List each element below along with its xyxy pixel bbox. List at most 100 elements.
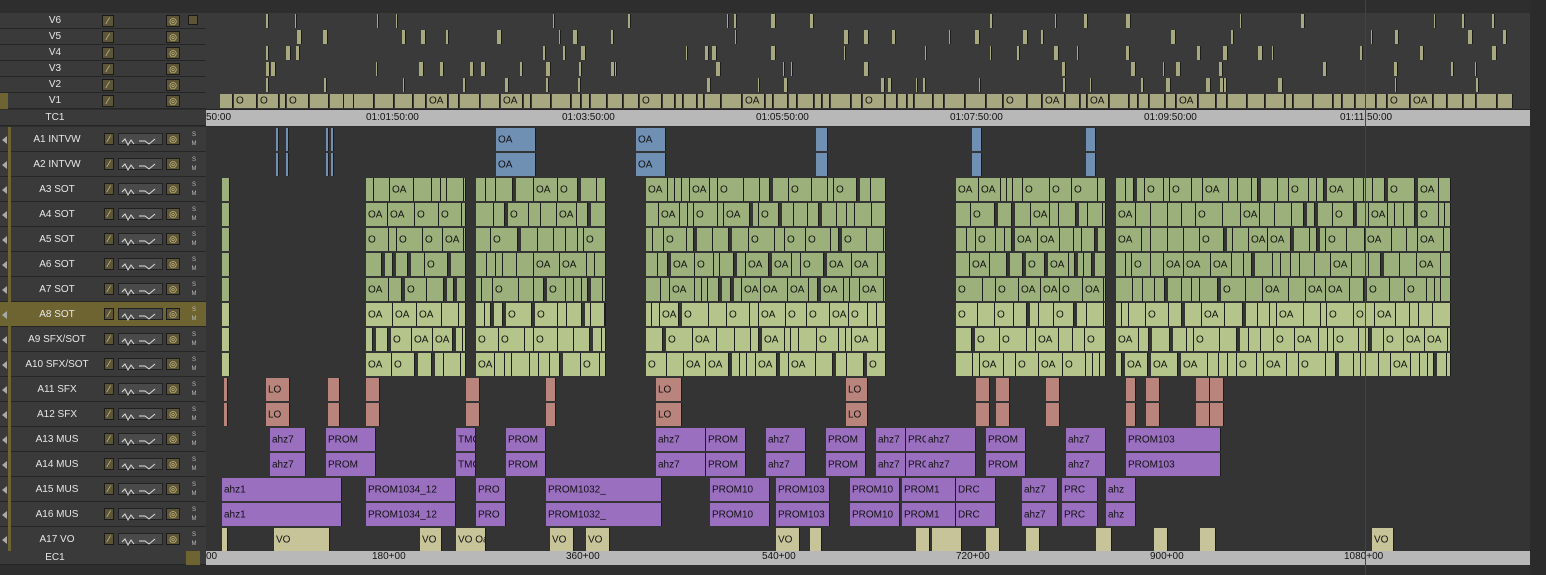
timeline-clip[interactable] xyxy=(411,253,425,276)
timeline-clip[interactable] xyxy=(1390,278,1405,301)
track-name-a1-intvw[interactable]: A1 INTVW xyxy=(12,134,102,145)
timeline-clip[interactable]: OA xyxy=(1418,228,1444,251)
timeline-clip[interactable] xyxy=(1260,203,1275,226)
timeline-clip[interactable] xyxy=(1116,278,1133,301)
timeline-clip[interactable] xyxy=(1122,303,1129,326)
timeline-clip[interactable] xyxy=(1141,78,1144,92)
timeline-clip[interactable] xyxy=(675,178,682,201)
lock-icon[interactable]: ⁄ xyxy=(104,483,114,495)
timeline-clip[interactable] xyxy=(1146,403,1160,426)
track-selector-a8-sot[interactable] xyxy=(8,302,11,327)
timeline-clip[interactable] xyxy=(1142,228,1151,251)
timeline-clip[interactable]: OA xyxy=(443,228,464,251)
monitor-icon[interactable]: ◎ xyxy=(166,408,180,420)
timeline-clip[interactable] xyxy=(1116,253,1126,276)
timeline-clip[interactable]: O xyxy=(415,203,439,226)
timeline-clip[interactable]: PROM1 xyxy=(902,503,956,526)
timeline-clip[interactable] xyxy=(990,253,1007,276)
timeline-clip[interactable]: PROM10 xyxy=(850,503,900,526)
timeline-clip[interactable] xyxy=(266,46,269,60)
timeline-clip[interactable]: ahz7 xyxy=(656,428,706,451)
timeline-clip[interactable] xyxy=(485,303,491,326)
timeline-clip[interactable] xyxy=(1168,228,1184,251)
timeline-clip[interactable]: O xyxy=(1072,178,1098,201)
timeline-clip[interactable]: OA xyxy=(1202,303,1225,326)
timeline-clip[interactable]: OA xyxy=(762,328,785,351)
timeline-clip[interactable] xyxy=(774,94,788,108)
lock-icon[interactable]: ⁄ xyxy=(104,358,114,370)
timeline-clip[interactable] xyxy=(1371,30,1373,44)
track-selector-a15-mus[interactable] xyxy=(8,477,11,502)
timeline-clip[interactable] xyxy=(403,78,405,92)
timeline-clip[interactable] xyxy=(1173,328,1187,351)
track-a12-sfx[interactable]: LO LO LO xyxy=(206,402,1530,428)
lock-icon[interactable]: ⁄ xyxy=(104,508,114,520)
timeline-clip[interactable] xyxy=(780,353,789,376)
timeline-clip[interactable] xyxy=(1240,14,1242,28)
timeline-clip[interactable] xyxy=(587,253,595,276)
timeline-clip[interactable] xyxy=(735,30,737,44)
timeline-clip[interactable] xyxy=(529,203,541,226)
mute-icon[interactable]: M xyxy=(190,291,198,297)
mute-icon[interactable]: M xyxy=(190,241,198,247)
solo-icon[interactable]: S xyxy=(190,432,198,438)
timeline-clip[interactable]: LO xyxy=(266,378,290,401)
timeline-clip[interactable] xyxy=(481,94,500,108)
timeline-clip[interactable] xyxy=(1023,30,1028,44)
timeline-clip[interactable]: PROM1 xyxy=(902,478,956,501)
timeline-clip[interactable] xyxy=(1084,14,1088,28)
track-selector-a16-mus[interactable] xyxy=(8,502,11,527)
mute-icon[interactable]: M xyxy=(190,216,198,222)
monitor-icon[interactable]: ◎ xyxy=(166,63,180,75)
timeline-clip[interactable]: OA xyxy=(1151,353,1178,376)
timeline-clip[interactable] xyxy=(1155,278,1165,301)
timeline-clip[interactable] xyxy=(222,178,230,201)
solo-icon[interactable]: S xyxy=(190,157,198,163)
timeline-clip[interactable]: DRC xyxy=(956,478,996,501)
timeline-clip[interactable]: O xyxy=(849,303,868,326)
timeline-clip[interactable] xyxy=(976,403,990,426)
timeline-clip[interactable]: OA xyxy=(756,353,777,376)
timeline-clip[interactable]: PROM10 xyxy=(710,503,770,526)
timeline-clip[interactable]: PROM103 xyxy=(776,503,830,526)
lock-icon[interactable]: ⁄ xyxy=(104,233,114,245)
timeline-clip[interactable] xyxy=(605,303,606,326)
timeline-clip[interactable]: O xyxy=(971,203,995,226)
timeline-clip[interactable]: PROM xyxy=(826,428,866,451)
timeline-clip[interactable] xyxy=(476,228,491,251)
timeline-clip[interactable]: ahz xyxy=(1106,503,1136,526)
lock-icon[interactable]: ⁄ xyxy=(102,95,114,107)
mute-icon[interactable]: M xyxy=(190,316,198,322)
timeline-clip[interactable] xyxy=(600,353,606,376)
solo-icon[interactable]: S xyxy=(190,507,198,513)
timeline-clip[interactable] xyxy=(466,378,480,401)
timeline-clip[interactable]: O xyxy=(493,278,519,301)
expand-triangle-icon[interactable] xyxy=(2,261,7,269)
timeline-clip[interactable]: OA xyxy=(1184,253,1211,276)
timeline-clip[interactable]: PROM1032_ xyxy=(546,478,662,501)
track-a6-sot[interactable]: O OA OA OA O OA OA O OA OA OA O OA O OA OA OA OA OA xyxy=(206,252,1530,278)
timeline-clip[interactable] xyxy=(432,178,441,201)
timeline-clip[interactable]: OA xyxy=(1418,178,1439,201)
timeline-clip[interactable] xyxy=(916,78,918,92)
timeline-clip[interactable] xyxy=(1354,353,1361,376)
timeline-clip[interactable]: O xyxy=(694,203,718,226)
lock-icon[interactable]: ⁄ xyxy=(104,133,114,145)
monitor-icon[interactable]: ◎ xyxy=(166,508,180,520)
timeline-clip[interactable] xyxy=(566,278,574,301)
timeline-clip[interactable] xyxy=(1240,328,1249,351)
timeline-clip[interactable] xyxy=(663,94,675,108)
timeline-clip[interactable]: O xyxy=(995,303,1014,326)
timeline-clip[interactable] xyxy=(366,328,373,351)
monitor-icon[interactable]: ◎ xyxy=(166,31,180,43)
lock-icon[interactable]: ⁄ xyxy=(104,308,114,320)
timeline-clip[interactable] xyxy=(810,14,814,28)
timeline-clip[interactable]: LO xyxy=(656,378,682,401)
monitor-icon[interactable]: ◎ xyxy=(166,433,180,445)
timeline-clip[interactable] xyxy=(1273,253,1281,276)
timeline-clip[interactable] xyxy=(667,353,684,376)
track-selector-a14-mus[interactable] xyxy=(8,452,11,477)
timeline-clip[interactable] xyxy=(1373,178,1385,201)
lock-icon[interactable]: ⁄ xyxy=(104,183,114,195)
timeline-clip[interactable] xyxy=(1323,62,1327,76)
